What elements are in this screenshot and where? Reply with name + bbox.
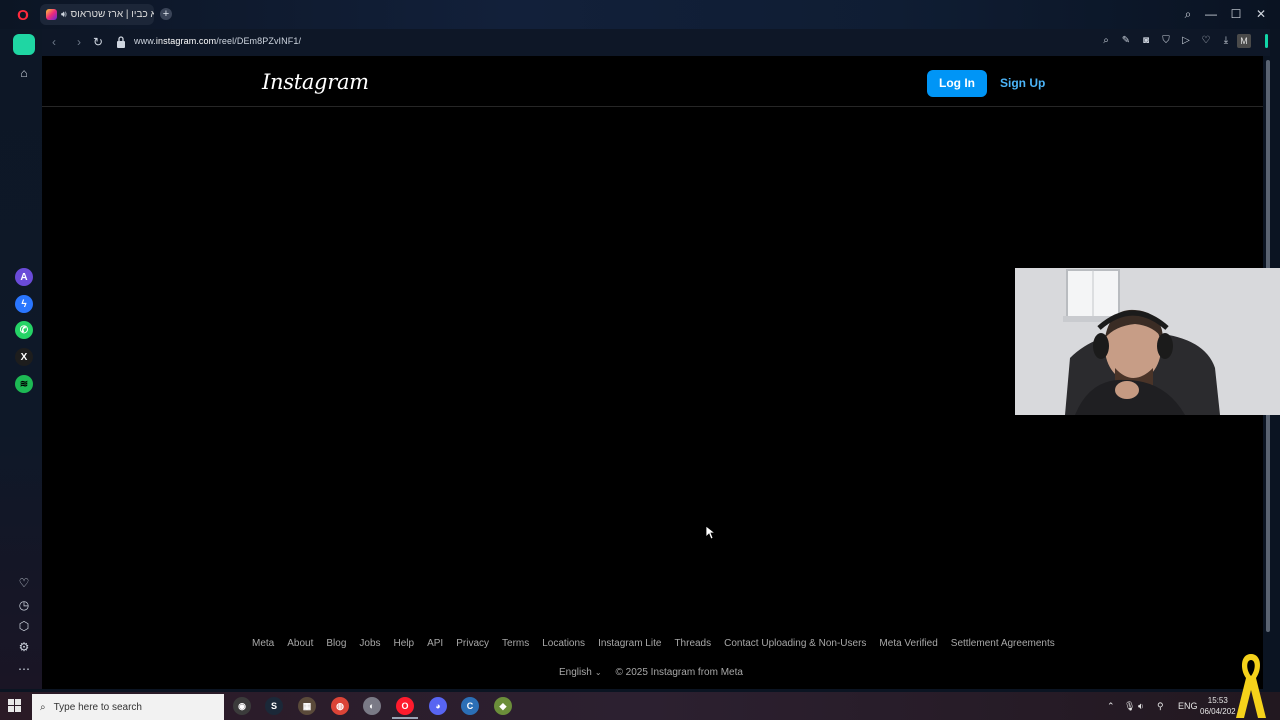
- clock-time: 15:53: [1207, 696, 1228, 705]
- profile-avatar[interactable]: M: [1237, 34, 1251, 48]
- network-icon[interactable]: ⚲: [1157, 701, 1164, 712]
- opera-taskbar-icon[interactable]: O: [396, 697, 414, 715]
- pinboards-heart-icon[interactable]: ♡: [14, 574, 34, 592]
- footer-link[interactable]: Settlement Agreements: [951, 638, 1055, 649]
- tray-chevron-icon[interactable]: ⌃: [1107, 701, 1115, 712]
- mouse-cursor-icon: [706, 526, 716, 540]
- microphone-icon[interactable]: 🎙︎: [1124, 701, 1135, 712]
- footer-link[interactable]: About: [287, 638, 313, 649]
- download-icon[interactable]: ⤓: [1220, 34, 1232, 48]
- taskbar-search-placeholder: Type here to search: [53, 701, 142, 713]
- language-label: English: [559, 667, 592, 678]
- footer-link[interactable]: Instagram Lite: [598, 638, 661, 649]
- footer-link[interactable]: Threads: [674, 638, 711, 649]
- footer-link[interactable]: Privacy: [456, 638, 489, 649]
- footer-bottom: English ⌄ © 2025 Instagram from Meta: [559, 667, 743, 678]
- whatsapp-icon[interactable]: ✆: [15, 321, 33, 339]
- clock-date: 06/04/202: [1200, 707, 1236, 716]
- back-icon[interactable]: ‹: [47, 35, 61, 49]
- history-icon[interactable]: ◷: [14, 596, 34, 614]
- active-app-indicator: [392, 717, 418, 719]
- x-twitter-icon[interactable]: X: [15, 348, 33, 366]
- language-select[interactable]: English ⌄: [559, 667, 602, 678]
- app-icon[interactable]: ◐: [363, 697, 381, 715]
- taskbar-search-input[interactable]: ⌕ Type here to search: [32, 694, 224, 720]
- footer-links: Meta About Blog Jobs Help API Privacy Te…: [252, 638, 1055, 649]
- clock[interactable]: 15:53 06/04/202: [1200, 695, 1236, 717]
- minimize-button[interactable]: —: [1203, 6, 1219, 22]
- log-in-button[interactable]: Log In: [927, 70, 987, 97]
- maximize-button[interactable]: ☐: [1228, 6, 1244, 22]
- footer-link[interactable]: Meta Verified: [879, 638, 937, 649]
- chrome-icon[interactable]: ◍: [331, 697, 349, 715]
- forward-icon[interactable]: ›: [72, 35, 86, 49]
- footer-link[interactable]: Blog: [326, 638, 346, 649]
- steam-icon[interactable]: S: [265, 697, 283, 715]
- file-explorer-icon[interactable]: ▦: [298, 697, 316, 715]
- chevron-down-icon: ⌄: [594, 668, 602, 677]
- url-host: instagram.com: [155, 36, 217, 46]
- browser-titlebar: [0, 0, 1280, 29]
- footer-link[interactable]: Meta: [252, 638, 274, 649]
- language-indicator[interactable]: ENG: [1178, 701, 1198, 711]
- footer-link[interactable]: Help: [394, 638, 415, 649]
- lock-icon: [117, 36, 125, 48]
- spotify-icon[interactable]: ≋: [15, 375, 33, 393]
- sign-up-link[interactable]: Sign Up: [1000, 76, 1045, 90]
- instagram-header: [42, 56, 1263, 107]
- shield-icon[interactable]: ⛉: [1160, 34, 1172, 48]
- camera-icon[interactable]: ◙: [1140, 34, 1152, 48]
- discord-icon[interactable]: ◕: [429, 697, 447, 715]
- footer-link[interactable]: Locations: [542, 638, 585, 649]
- url-prefix: www.: [134, 36, 156, 46]
- game-icon[interactable]: ◆: [494, 697, 512, 715]
- url-field[interactable]: www.instagram.com/reel/DEm8PZvINF1/: [134, 36, 301, 46]
- snapshot-edit-icon[interactable]: ✎: [1120, 34, 1132, 48]
- url-path: /reel/DEm8PZvINF1/: [216, 36, 302, 46]
- speaker-icon[interactable]: 🔊︎: [61, 9, 67, 20]
- lens-icon[interactable]: ⌕: [1100, 34, 1112, 48]
- home-icon[interactable]: ⌂: [14, 64, 34, 82]
- tab-title: הלא כביו | ארז שטראוס: [70, 9, 154, 20]
- footer-link[interactable]: Jobs: [359, 638, 380, 649]
- heart-icon[interactable]: ♡: [1200, 34, 1212, 48]
- aria-ai-button[interactable]: [13, 34, 35, 55]
- extensions-icon[interactable]: ⬡: [14, 617, 34, 635]
- address-bar-tools: ⌕ ✎ ◙ ⛉ ▷ ♡ ⤓ ≡: [1100, 34, 1252, 48]
- new-tab-button[interactable]: +: [160, 8, 172, 20]
- opera-menu-icon[interactable]: O: [15, 8, 31, 24]
- yellow-ribbon-icon: [1236, 654, 1266, 718]
- browser-tab[interactable]: 🔊︎ הלא כביו | ארז שטראוס: [40, 4, 154, 25]
- more-icon[interactable]: ⋯: [14, 660, 34, 678]
- ccleaner-icon[interactable]: C: [461, 697, 479, 715]
- settings-gear-icon[interactable]: ⚙: [14, 638, 34, 656]
- footer-link[interactable]: Terms: [502, 638, 529, 649]
- windows-start-icon[interactable]: [8, 699, 22, 713]
- tab-search-icon[interactable]: ⌕: [1180, 6, 1196, 22]
- obs-icon[interactable]: ◉: [233, 697, 251, 715]
- webcam-overlay: [1015, 268, 1280, 415]
- footer-link[interactable]: Contact Uploading & Non-Users: [724, 638, 866, 649]
- instagram-logo[interactable]: Instagram: [262, 70, 369, 94]
- copyright: © 2025 Instagram from Meta: [615, 667, 743, 678]
- footer-link[interactable]: API: [427, 638, 443, 649]
- volume-icon[interactable]: 🔉︎: [1138, 701, 1144, 712]
- close-button[interactable]: ✕: [1253, 6, 1269, 22]
- player-icon[interactable]: ▷: [1180, 34, 1192, 48]
- sidebar-toggle-indicator[interactable]: [1265, 34, 1268, 48]
- messenger-icon[interactable]: ϟ: [15, 295, 33, 313]
- reload-icon[interactable]: ↻: [91, 35, 105, 49]
- aria-app-icon[interactable]: A: [15, 268, 33, 286]
- search-icon: ⌕: [40, 701, 46, 713]
- instagram-favicon-icon: [46, 9, 57, 20]
